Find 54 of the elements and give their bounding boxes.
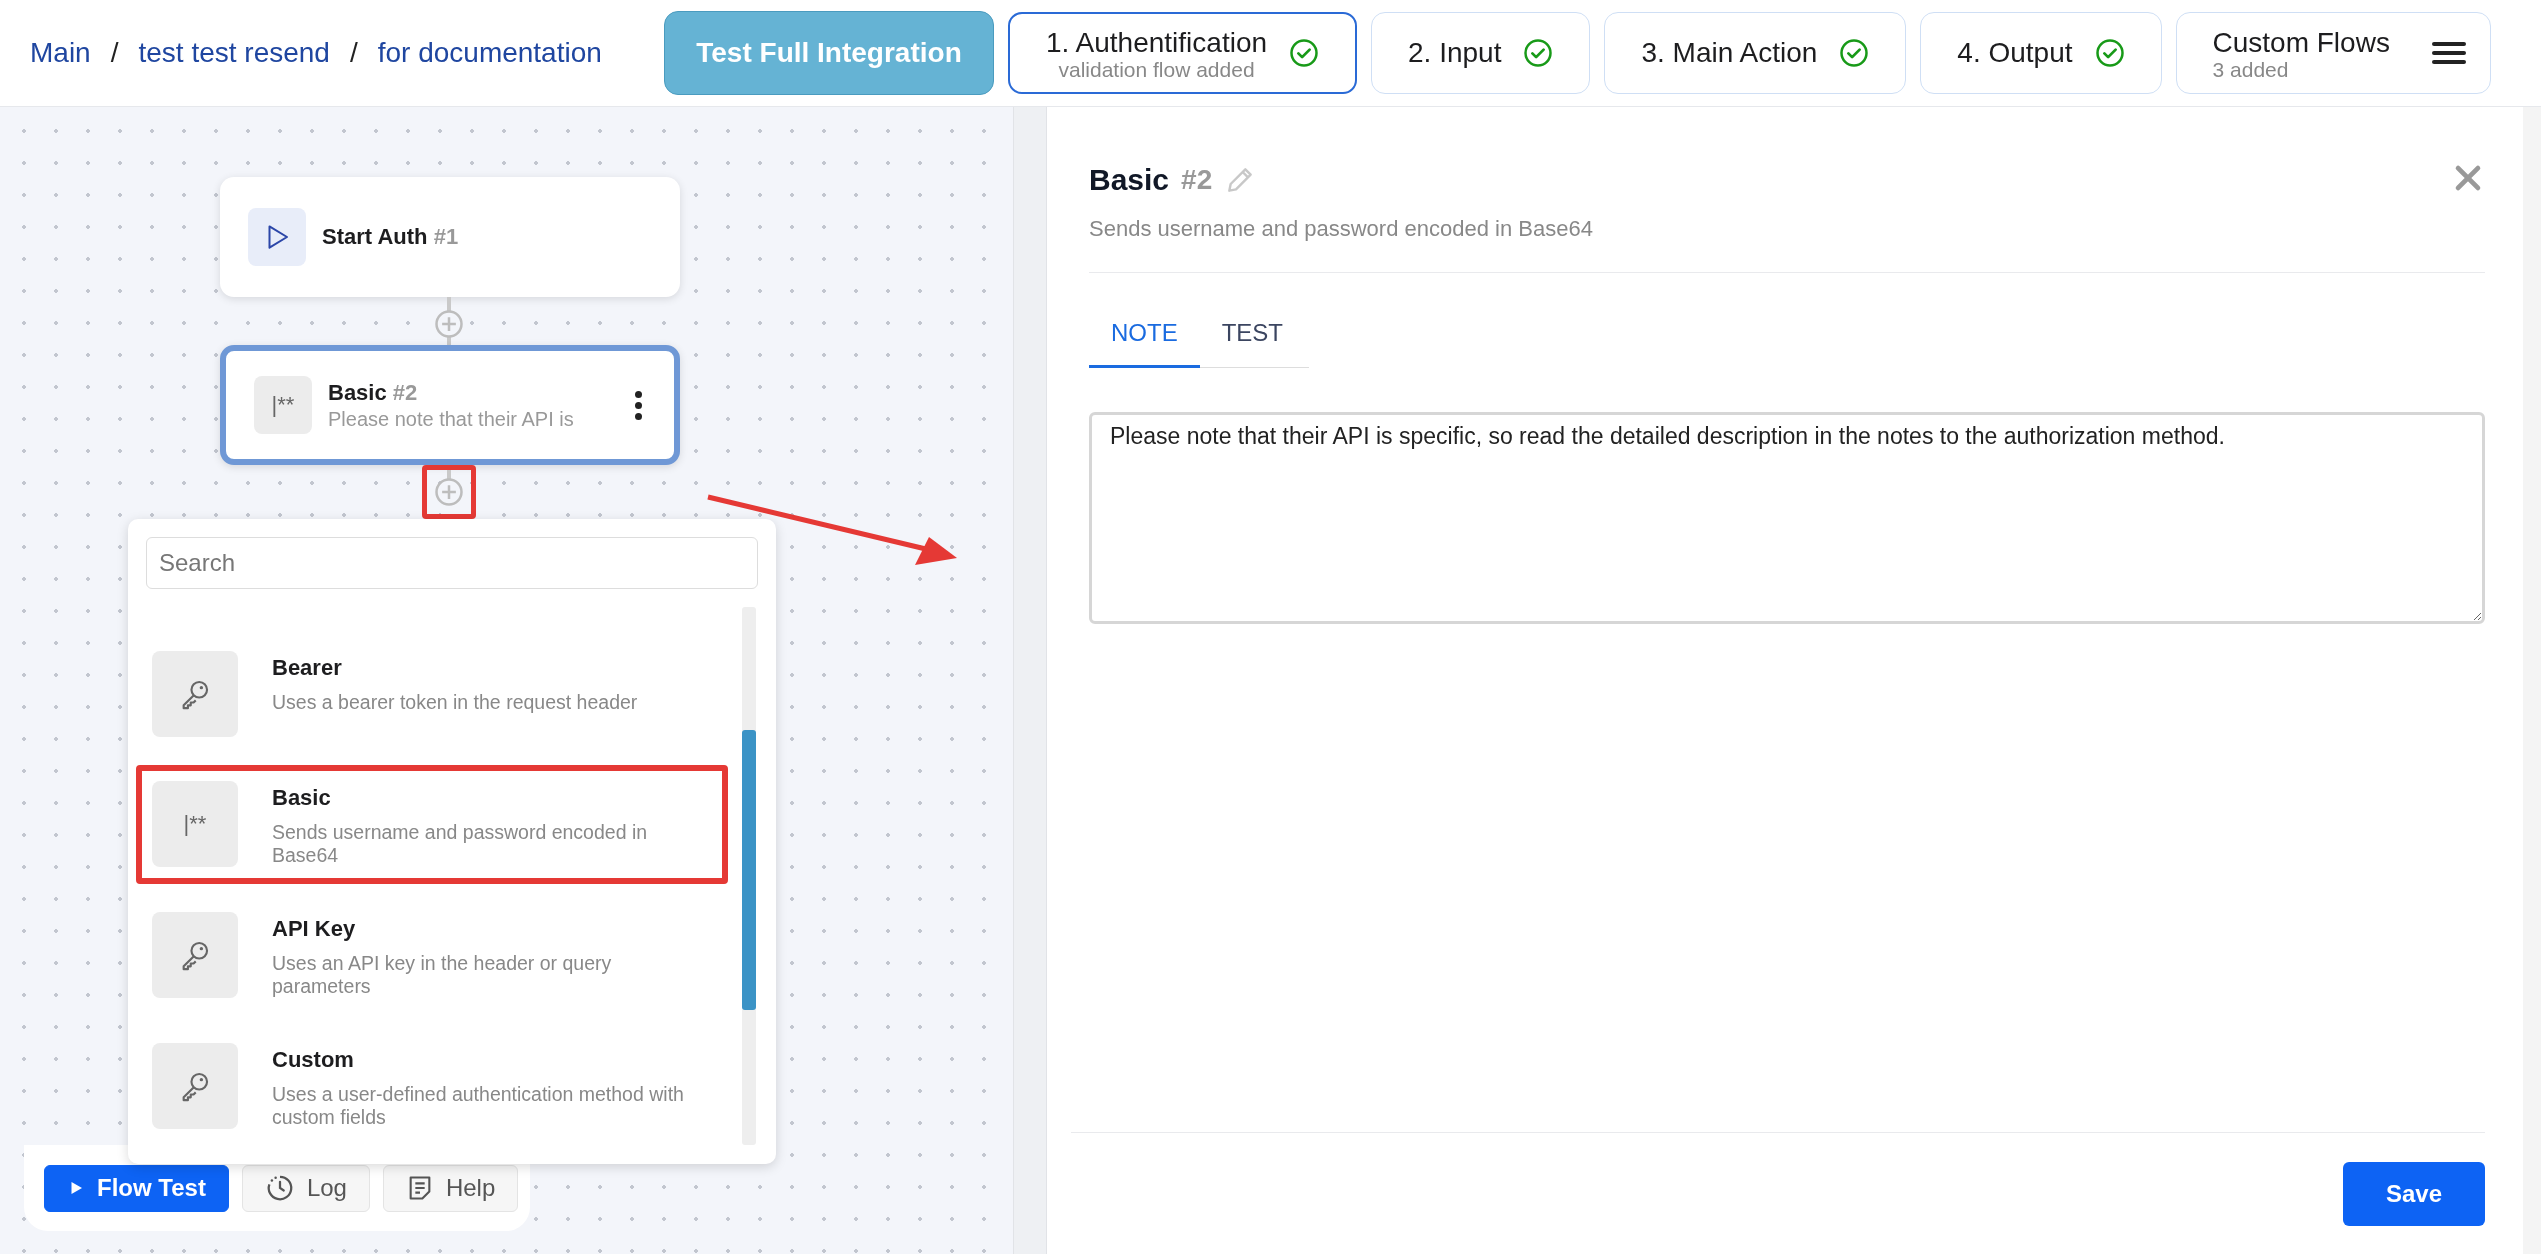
step-subtitle: validation flow added <box>1058 58 1255 80</box>
add-step-button[interactable] <box>434 309 464 339</box>
step-label: 4. Output <box>1957 37 2073 69</box>
scrollbar[interactable] <box>742 607 756 1145</box>
step-tab[interactable]: 4. Output <box>1920 12 2162 94</box>
picker-item[interactable]: API Key Uses an API key in the header or query parameters <box>136 895 728 1015</box>
step-label: Custom Flows <box>2212 26 2390 59</box>
panel-description: Sends username and password encoded in Base64 <box>1089 216 2485 273</box>
flow-node[interactable]: |** Basic #2 Please note that their API is <box>220 345 680 465</box>
panel-title: Basic <box>1089 162 1170 197</box>
item-title: Custom <box>272 1046 355 1073</box>
breadcrumb-link[interactable]: for documentation <box>377 37 602 69</box>
step-label: 1. Authentification <box>1046 26 1268 59</box>
step-tab[interactable]: 3. Main Action <box>1604 12 1907 94</box>
step-subtitle: 3 added <box>2212 58 2289 80</box>
item-description: Uses a user-defined authentication method with custom fields <box>272 1082 685 1130</box>
step-tab[interactable]: 1. Authentification validation flow added <box>1008 12 1358 94</box>
item-description: Uses a bearer token in the request header <box>272 691 638 715</box>
node-description: Please note that their API is <box>328 407 575 431</box>
item-title: API Key <box>272 915 357 942</box>
flow-node[interactable]: Start Auth #1 <box>220 177 680 297</box>
search-field[interactable]: Search <box>146 537 758 589</box>
password-mask-icon: |** <box>183 811 207 837</box>
scrollbar-thumb[interactable] <box>742 730 756 1010</box>
add-step-button[interactable] <box>422 465 476 519</box>
toolbar-button[interactable]: Help <box>382 1164 519 1212</box>
item-description: Uses an API key in the header or query parameters <box>272 951 613 999</box>
breadcrumb-link[interactable]: test test resend <box>138 37 330 69</box>
menu-icon[interactable] <box>2431 42 2466 64</box>
custom-flows-tab[interactable]: Custom Flows 3 added <box>2175 12 2491 94</box>
step-tab[interactable]: 2. Input <box>1371 12 1591 94</box>
item-title: Bearer <box>272 655 343 681</box>
picker-item[interactable]: Bearer Uses a bearer token in the request header <box>136 635 728 753</box>
panel-tab[interactable]: TEST <box>1199 305 1305 368</box>
step-number: #2 <box>1181 163 1213 196</box>
step-label: 2. Input <box>1408 37 1502 69</box>
toolbar-button[interactable]: Log <box>241 1164 370 1212</box>
password-mask-icon: |** <box>254 376 312 434</box>
toolbar-button[interactable]: Flow Test <box>44 1164 229 1212</box>
play-icon <box>248 208 306 266</box>
save-button[interactable]: Save <box>2343 1161 2485 1226</box>
node-title: Start Auth #1 <box>322 224 460 250</box>
breadcrumb-separator: / <box>110 37 119 69</box>
panel-tab[interactable]: NOTE <box>1089 305 1200 368</box>
item-description: Sends username and password encoded in Base64 <box>272 821 649 868</box>
breadcrumb-separator: / <box>349 37 358 69</box>
picker-item[interactable]: |** Basic Sends username and password encoded in Base64 <box>136 765 728 884</box>
node-title: Basic #2 <box>328 379 419 406</box>
breadcrumb-link[interactable]: Main <box>30 37 91 69</box>
note-field[interactable]: Please note that their API is specific, so read the detailed description in the notes to the authorization method. <box>1089 412 2485 624</box>
item-title: Basic <box>272 785 332 811</box>
scrollbar[interactable] <box>2523 107 2541 1254</box>
picker-item[interactable]: Custom Uses a user-defined authentication method with custom fields <box>136 1026 728 1146</box>
step-label: 3. Main Action <box>1641 37 1818 69</box>
